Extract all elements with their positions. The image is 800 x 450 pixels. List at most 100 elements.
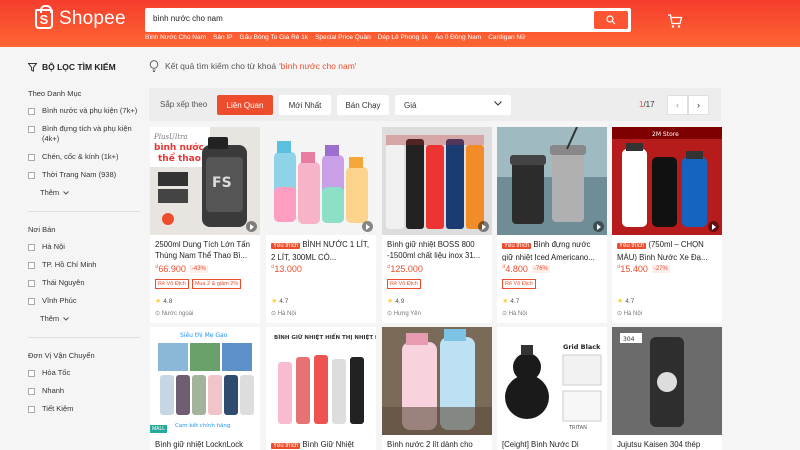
suggestion-link[interactable]: Gấu Bông To Giá Rẻ 1k: [240, 34, 309, 41]
star-icon: ★: [155, 298, 162, 305]
checkbox[interactable]: [28, 126, 35, 133]
shipping-group-title: Đơn Vị Vận Chuyển: [28, 351, 95, 360]
product-title: 2500ml Dung Tích Lớn Tấn Thùng Nam Thể T…: [155, 240, 250, 260]
more-locations-button[interactable]: Thêm: [40, 314, 140, 323]
shipping-option[interactable]: Hỏa Tốc: [28, 368, 140, 378]
shipping-option[interactable]: Nhanh: [28, 386, 140, 396]
shopee-logo[interactable]: S Shopee: [35, 5, 126, 30]
product-location: ⊙ Hà Nội: [502, 311, 528, 317]
favorite-badge: Yêu thích: [271, 243, 301, 249]
product-card[interactable]: Yêu thích BÌNH NƯỚC 1 LÍT, 2 LÍT, 300ML C…: [266, 127, 376, 323]
product-title: Yêu thích Bình Giữ Nhiệt: [271, 440, 354, 449]
shipping-option[interactable]: Tiết Kiệm: [28, 404, 140, 414]
location-option[interactable]: TP. Hồ Chí Minh: [28, 260, 140, 270]
suggestion-link[interactable]: Áo 0 Đồng Nam: [435, 34, 481, 41]
page-indicator: 1/17: [639, 100, 655, 109]
product-image: [497, 127, 607, 235]
star-icon: ★: [271, 298, 278, 305]
checkbox[interactable]: [28, 298, 35, 305]
product-title: Bình giữ nhiệt LocknLock: [155, 440, 244, 449]
product-price: ₫15.400 -27%: [617, 264, 670, 274]
favorite-badge: Yêu thích: [617, 243, 647, 249]
checkbox[interactable]: [28, 154, 35, 161]
image-caption: BÌNH GIỮ NHIỆT HIỂN THỊ NHIỆT ĐỘ: [274, 333, 376, 341]
sort-newest-button[interactable]: Mới Nhất: [279, 95, 331, 115]
product-title: Yêu thích Bình đựng nước giữ nhiệt Iced A…: [502, 240, 595, 261]
discount-badge: -76%: [531, 265, 550, 273]
product-image: Grid Black TRITAN: [497, 327, 607, 435]
favorite-badge: Yêu thích: [502, 243, 532, 249]
checkbox[interactable]: [28, 388, 35, 395]
product-card[interactable]: Grid Black TRITAN [Ceight] Bình Nước Di: [497, 327, 607, 450]
suggestion-link[interactable]: Sản IP: [213, 34, 233, 41]
video-play-icon: [708, 221, 719, 232]
product-location: ⊙ Hà Nội: [617, 311, 643, 317]
search-input[interactable]: [153, 14, 573, 23]
suggestion-link[interactable]: Cardigan Nữ: [488, 34, 525, 41]
search-result-note: Kết quả tìm kiếm cho từ khoá 'bình nước …: [149, 60, 356, 72]
next-page-button[interactable]: ›: [688, 95, 709, 115]
suggestion-link[interactable]: Bình Nước Cho Nam: [145, 34, 206, 41]
product-image: [382, 127, 492, 235]
price-sort-select[interactable]: Giá: [395, 95, 511, 115]
checkbox[interactable]: [28, 262, 35, 269]
product-image: PlusUltra bình nước thể thao FS: [150, 127, 260, 235]
product-card[interactable]: Yêu thích Bình đựng nước giữ nhiệt Iced A…: [497, 127, 607, 323]
product-image: [382, 327, 492, 435]
location-option[interactable]: Thái Nguyên: [28, 278, 140, 288]
search-keyword: 'bình nước cho nam': [279, 61, 357, 71]
category-option[interactable]: Bình nước và phụ kiện (7k+): [28, 106, 140, 116]
image-caption: 2M Store: [652, 131, 679, 138]
checkbox[interactable]: [28, 244, 35, 251]
product-card[interactable]: Bình giữ nhiệt BOSS 800 -1500ml chất liệ…: [382, 127, 492, 323]
suggestion-link[interactable]: Special Price Quần: [315, 34, 371, 41]
checkbox[interactable]: [28, 280, 35, 287]
suggestion-link[interactable]: Dép Lê Phong 1k: [378, 34, 428, 41]
product-tags: Rẻ Vô Địch: [502, 279, 536, 289]
video-play-icon: [246, 221, 257, 232]
product-image: 304: [612, 327, 722, 435]
product-image: 2M Store: [612, 127, 722, 235]
image-caption: bình nước: [154, 142, 204, 153]
promo-tag: Rẻ Vô Địch: [502, 279, 536, 289]
product-image: Siêu thị Mẹ Gạo Cam kết chính hãng MALL: [150, 327, 260, 435]
image-caption: Cam kết chính hãng: [175, 422, 230, 429]
more-categories-button[interactable]: Thêm: [40, 188, 140, 197]
shopee-bag-icon: S: [35, 5, 53, 29]
product-location: ⊙ Hưng Yên: [387, 311, 421, 317]
product-card[interactable]: Bình nước 2 lít dành cho: [382, 327, 492, 450]
checkbox[interactable]: [28, 370, 35, 377]
product-card[interactable]: 304 Jujutsu Kaisen 304 thép: [612, 327, 722, 450]
location-option[interactable]: Vĩnh Phúc: [28, 296, 140, 306]
product-title: Bình nước 2 lít dành cho: [387, 440, 473, 449]
product-card[interactable]: PlusUltra bình nước thể thao FS 2500ml D…: [150, 127, 260, 323]
category-option[interactable]: Chén, cốc & kính (1k+): [28, 152, 140, 162]
sort-bestseller-button[interactable]: Bán Chạy: [337, 95, 389, 115]
chevron-down-icon: [63, 190, 70, 195]
product-tags: Rẻ Vô Địch Mua 2 & giảm 2%: [155, 279, 242, 289]
category-option[interactable]: Thời Trang Nam (938): [28, 170, 140, 180]
product-card[interactable]: BÌNH GIỮ NHIỆT HIỂN THỊ NHIỆT ĐỘ Yêu thí…: [266, 327, 376, 450]
chevron-left-icon: ‹: [676, 100, 679, 110]
svg-text:FS: FS: [212, 175, 232, 191]
product-rating: ★ 4.7: [271, 297, 289, 306]
product-title: Yêu thích (750ml – CHỌN MÀU) Bình Nước Xe…: [617, 240, 708, 261]
checkbox[interactable]: [28, 406, 35, 413]
category-option[interactable]: Bình đựng tích và phụ kiện (4k+): [28, 124, 140, 144]
cart-button[interactable]: [667, 13, 683, 31]
chevron-right-icon: ›: [697, 100, 700, 110]
sort-relevance-button[interactable]: Liên Quan: [217, 95, 273, 115]
product-card[interactable]: 2M Store Yêu thích (750ml – CHỌN MÀU) Bìn…: [612, 127, 722, 323]
chevron-down-icon: [63, 316, 70, 321]
checkbox[interactable]: [28, 108, 35, 115]
product-card[interactable]: Siêu thị Mẹ Gạo Cam kết chính hãng MALL …: [150, 327, 260, 450]
location-option[interactable]: Hà Nội: [28, 242, 140, 252]
checkbox[interactable]: [28, 172, 35, 179]
star-icon: ★: [617, 298, 624, 305]
category-group-title: Theo Danh Mục: [28, 89, 82, 98]
filter-icon: [28, 62, 37, 72]
product-rating: ★ 4.7: [502, 297, 520, 306]
search-button[interactable]: [594, 11, 628, 29]
divider: [28, 211, 140, 212]
prev-page-button[interactable]: ‹: [667, 95, 688, 115]
